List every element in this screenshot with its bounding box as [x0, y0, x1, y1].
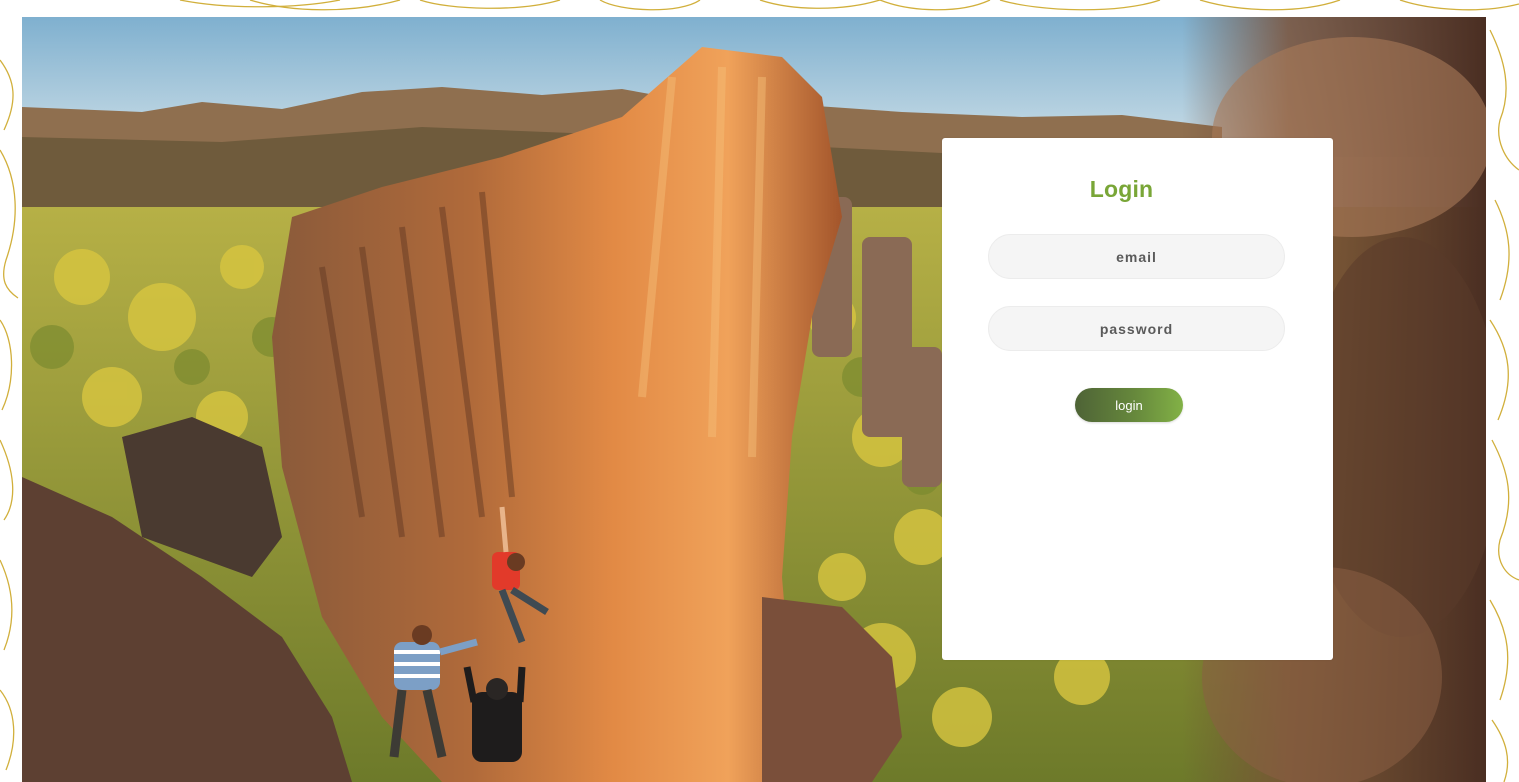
login-card: Login login — [942, 138, 1333, 660]
email-field[interactable] — [988, 234, 1285, 279]
password-field[interactable] — [988, 306, 1285, 351]
login-title: Login — [1089, 176, 1154, 202]
login-button[interactable]: login — [1075, 388, 1183, 422]
